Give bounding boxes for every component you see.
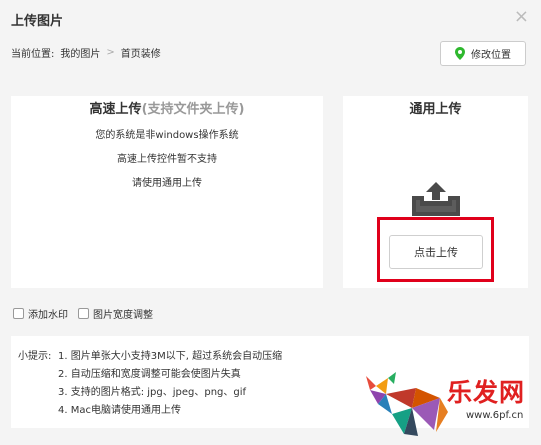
watermark-logo-text: 乐发网 bbox=[447, 378, 526, 407]
click-upload-button[interactable]: 点击上传 bbox=[389, 235, 483, 269]
width-adjust-label: 图片宽度调整 bbox=[93, 310, 153, 321]
fast-upload-message-3: 请使用通用上传 bbox=[132, 178, 202, 189]
close-icon[interactable]: × bbox=[514, 8, 529, 26]
breadcrumb-label: 当前位置: bbox=[11, 49, 55, 60]
fast-upload-title: 高速上传(支持文件夹上传) bbox=[11, 98, 323, 117]
breadcrumb-item-my-images[interactable]: 我的图片 bbox=[60, 45, 100, 60]
dialog-title: 上传图片 bbox=[11, 14, 64, 29]
watermark-option[interactable]: 添加水印 bbox=[13, 306, 68, 321]
breadcrumb-separator: > bbox=[106, 47, 115, 58]
tip-item: 3. 支持的图片格式: jpg、jpeg、png、gif bbox=[58, 387, 247, 398]
fast-upload-message-2: 高速上传控件暂不支持 bbox=[117, 154, 217, 165]
fast-upload-subtitle: (支持文件夹上传) bbox=[141, 102, 245, 117]
tip-item: 2. 自动压缩和宽度调整可能会使图片失真 bbox=[58, 369, 241, 380]
tips-prefix: 小提示: bbox=[18, 351, 52, 362]
breadcrumb-item-home-decor[interactable]: 首页装修 bbox=[121, 45, 161, 60]
dialog-title-bar: 上传图片 × bbox=[0, 0, 541, 36]
tip-item: 1. 图片单张大小支持3M以下, 超过系统会自动压缩 bbox=[58, 351, 283, 362]
width-adjust-checkbox[interactable] bbox=[78, 308, 89, 319]
watermark-checkbox[interactable] bbox=[13, 308, 24, 319]
width-adjust-option[interactable]: 图片宽度调整 bbox=[78, 306, 153, 321]
location-pin-icon bbox=[455, 47, 465, 60]
fast-upload-title-text: 高速上传 bbox=[89, 102, 142, 117]
change-location-button[interactable]: 修改位置 bbox=[440, 41, 526, 66]
breadcrumb: 当前位置: 我的图片 > 首页装修 bbox=[11, 45, 161, 60]
upload-tray-icon bbox=[412, 182, 460, 216]
watermark-label: 添加水印 bbox=[28, 310, 68, 321]
upload-options: 添加水印 图片宽度调整 bbox=[13, 306, 153, 321]
change-location-label: 修改位置 bbox=[471, 50, 511, 61]
watermark-url: www.6pf.cn bbox=[466, 410, 524, 421]
fast-upload-panel: 高速上传(支持文件夹上传) 您的系统是非windows操作系统 高速上传控件暂不… bbox=[11, 96, 323, 288]
upload-dialog: 上传图片 × 当前位置: 我的图片 > 首页装修 修改位置 高速上传(支持文件夹… bbox=[0, 0, 541, 445]
tip-item: 4. Mac电脑请使用通用上传 bbox=[58, 405, 181, 416]
general-upload-title: 通用上传 bbox=[409, 102, 462, 117]
fast-upload-message-1: 您的系统是非windows操作系统 bbox=[95, 130, 239, 141]
